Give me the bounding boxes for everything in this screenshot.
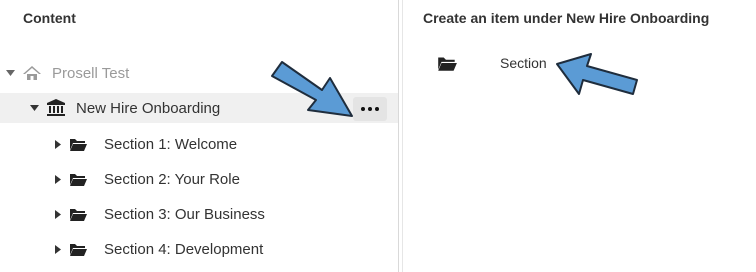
tree-item-label: Prosell Test bbox=[52, 64, 130, 82]
more-actions-button[interactable] bbox=[353, 97, 387, 121]
tree-item-label: Section 4: Development bbox=[104, 240, 264, 258]
home-icon bbox=[22, 65, 42, 81]
caret-down-icon[interactable] bbox=[28, 102, 40, 114]
create-item-title: Create an item under New Hire Onboarding bbox=[423, 10, 710, 26]
annotation-arrow-icon bbox=[271, 61, 353, 117]
tree-item-section-1[interactable]: Section 1: Welcome bbox=[52, 129, 237, 159]
content-tree-panel: Content Prosell Test New Hire Onboarding… bbox=[0, 0, 398, 272]
annotation-arrow-icon bbox=[556, 53, 638, 95]
more-horizontal-icon bbox=[368, 107, 372, 111]
tree-item-section-4[interactable]: Section 4: Development bbox=[52, 234, 263, 264]
folder-icon bbox=[68, 206, 88, 222]
panel-divider bbox=[398, 0, 399, 272]
tree-item-prosell-test[interactable]: Prosell Test bbox=[4, 58, 129, 88]
folder-icon bbox=[68, 136, 88, 152]
tree-item-section-2[interactable]: Section 2: Your Role bbox=[52, 164, 240, 194]
tree-item-label: New Hire Onboarding bbox=[76, 99, 221, 117]
create-section-option[interactable]: Section bbox=[436, 50, 547, 76]
tree-item-label: Section 1: Welcome bbox=[104, 135, 238, 153]
tree-item-label: Section 2: Your Role bbox=[104, 170, 240, 188]
create-item-panel: Create an item under New Hire Onboarding… bbox=[403, 0, 756, 272]
option-label: Section bbox=[500, 55, 547, 71]
caret-right-icon[interactable] bbox=[52, 138, 64, 150]
caret-down-icon[interactable] bbox=[4, 67, 16, 79]
panel-title: Content bbox=[23, 10, 76, 26]
folder-icon bbox=[68, 171, 88, 187]
caret-right-icon[interactable] bbox=[52, 173, 64, 185]
tree-item-label: Section 3: Our Business bbox=[104, 205, 265, 223]
caret-right-icon[interactable] bbox=[52, 208, 64, 220]
folder-icon bbox=[436, 54, 458, 72]
folder-icon bbox=[68, 241, 88, 257]
more-horizontal-icon bbox=[375, 107, 379, 111]
caret-right-icon[interactable] bbox=[52, 243, 64, 255]
institution-icon bbox=[46, 99, 66, 117]
tree-item-section-3[interactable]: Section 3: Our Business bbox=[52, 199, 265, 229]
tree-item-new-hire-onboarding[interactable]: New Hire Onboarding bbox=[28, 93, 220, 123]
more-horizontal-icon bbox=[361, 107, 365, 111]
